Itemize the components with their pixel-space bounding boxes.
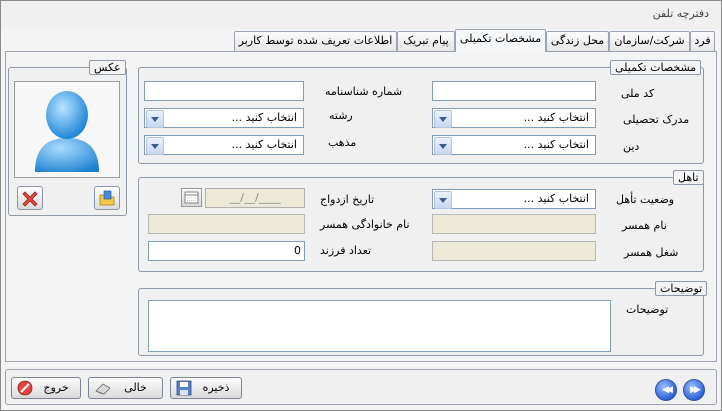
spouse-name-input[interactable] [432,214,596,234]
clear-button[interactable]: خالی [88,377,163,399]
id-number-input[interactable] [144,81,304,101]
religion-select[interactable]: انتخاب کنید ... [432,135,596,155]
children-count-input[interactable]: 0 [148,241,305,261]
save-button[interactable]: ذخیره [170,377,242,399]
id-number-label: شماره شناسنامه [325,85,403,98]
calendar-button[interactable] [181,188,202,207]
window-title: دفترچه تلفن [652,7,709,20]
sect-select[interactable]: انتخاب کنید ... [144,135,304,155]
double-arrow-right-icon: ▶▶ [690,385,701,395]
education-label: مدرک تحصیلی [623,113,690,126]
photo-group-title: عکس [89,60,126,75]
floppy-disk-icon [176,380,192,396]
national-code-label: کد ملی [621,87,655,100]
next-button[interactable]: ▶▶ [683,379,705,401]
marriage-group-title: تاهل [673,170,704,185]
marriage-date-label: تاریخ ازدواج [320,193,375,206]
chevron-down-icon[interactable] [434,137,452,155]
delete-photo-button[interactable] [17,186,43,210]
spouse-job-label: شغل همسر [624,246,679,259]
title-bar: دفترچه تلفن [1,1,721,29]
chevron-down-icon[interactable] [146,110,164,128]
spouse-family-input[interactable] [148,214,305,234]
marriage-date-input[interactable]: __/__/____ [205,188,305,208]
field-select[interactable]: انتخاب کنید ... [144,108,304,128]
spouse-job-input[interactable] [432,241,596,261]
education-select[interactable]: انتخاب کنید ... [432,108,596,128]
double-arrow-left-icon: ◀◀ [662,385,673,395]
tab-user-defined-info[interactable]: اطلاعات تعریف شده توسط کاربر [234,31,397,51]
spouse-family-label: نام خانوادگی همسر [320,218,410,231]
tab-company[interactable]: شرکت/سازمان [609,31,690,51]
eraser-icon [95,383,110,395]
chevron-down-icon[interactable] [434,191,452,209]
children-count-label: تعداد فرزند [320,244,372,257]
marital-status-label: وضعیت تأهل [616,193,675,206]
chevron-down-icon[interactable] [146,137,164,155]
photo-frame[interactable] [14,81,120,178]
tab-residence[interactable]: محل زندگی [546,31,609,51]
calendar-icon [184,191,199,204]
tab-additional-details[interactable]: مشخصات تکمیلی [455,29,546,52]
notes-textarea[interactable] [148,300,611,352]
exit-button[interactable]: خروج [11,377,81,399]
field-label: رشته [329,109,353,122]
notes-label: توضیحات [626,303,669,316]
chevron-down-icon[interactable] [434,110,452,128]
tab-greeting-message[interactable]: پیام تبریک [397,31,455,51]
exit-icon [17,380,33,396]
religion-label: دین [623,140,640,153]
marital-status-select[interactable]: انتخاب کنید ... [432,189,596,209]
spouse-name-label: نام همسر [622,219,667,232]
sect-label: مذهب [328,136,357,149]
notes-group-title: توضیحات [655,281,708,296]
load-photo-button[interactable] [94,186,120,210]
person-avatar-icon [35,91,99,172]
details-group-title: مشخصات تکمیلی [610,60,702,75]
open-folder-icon [99,190,115,206]
delete-icon [22,191,38,207]
national-code-input[interactable] [432,81,596,101]
previous-button[interactable]: ◀◀ [655,379,677,401]
tab-person[interactable]: فرد [690,31,715,51]
